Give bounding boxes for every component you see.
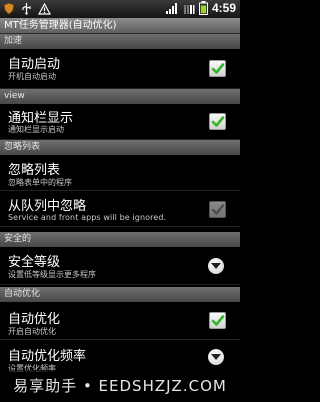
pref-title: 自动优化频率 [8,349,87,364]
clock: 4:59 [211,1,236,15]
security-level-dropdown[interactable] [208,258,224,274]
pref-title: 自动启动 [8,57,61,72]
pref-ignore-from-queue[interactable]: 从队列中忽略 Service and front apps will be ig… [0,191,240,227]
pref-subtitle: 设置低等级显示更多程序 [8,270,96,279]
checkmark-icon [211,63,225,74]
pref-auto-optimize-frequency[interactable]: 自动优化频率 设置优化频率 [0,340,240,374]
section-header-accelerate: 加速 [0,34,240,49]
pref-title: 自动优化 [8,312,61,327]
checkmark-icon [211,116,225,127]
chevron-down-icon [211,263,221,269]
watermark: 易享助手 • EEDSHZJZ.COM [0,370,240,402]
battery-icon [198,1,208,15]
section-header-security: 安全的 [0,232,240,247]
auto-start-checkbox[interactable] [209,60,226,77]
usb-icon [21,2,32,15]
pref-security-level[interactable]: 安全等级 设置低等级显示更多程序 [0,247,240,285]
pref-title: 忽略列表 [8,163,61,178]
section-header-ignore-list: 忽略列表 [0,140,240,155]
section-header-auto-optimize: 自动优化 [0,287,240,302]
pref-auto-start[interactable]: 自动启动 开机自动启动 [0,49,240,89]
pref-notification-display[interactable]: 通知栏显示 通知栏显示启动 [0,104,240,140]
warning-icon [38,2,51,15]
pref-subtitle: Service and front apps will be ignored. [8,213,167,222]
ignore-from-queue-checkbox[interactable] [209,201,226,218]
pref-title: 安全等级 [8,255,61,270]
pref-auto-optimize[interactable]: 自动优化 开启自动优化 [0,302,240,340]
chevron-down-icon [211,354,221,360]
section-header-view: view [0,89,240,104]
status-bar: 4:59 [0,0,240,18]
pref-subtitle: 忽略表单中的程序 [8,178,72,187]
pref-ignore-list[interactable]: 忽略列表 忽略表单中的程序 [0,155,240,191]
pref-subtitle: 开启自动优化 [8,327,56,336]
pref-subtitle: 开机自动启动 [8,72,56,81]
shield-icon [3,2,15,15]
pref-title: 从队列中忽略 [8,199,87,214]
checkmark-icon [211,315,225,326]
auto-optimize-checkbox[interactable] [209,312,226,329]
page-title: MT任务管理器(自动优化) [0,18,240,34]
checkmark-icon [211,204,225,215]
auto-optimize-frequency-dropdown[interactable] [208,349,224,365]
signal-icon [165,2,179,14]
pref-subtitle: 通知栏显示启动 [8,125,64,134]
notification-display-checkbox[interactable] [209,113,226,130]
wifi-icon [183,2,195,14]
